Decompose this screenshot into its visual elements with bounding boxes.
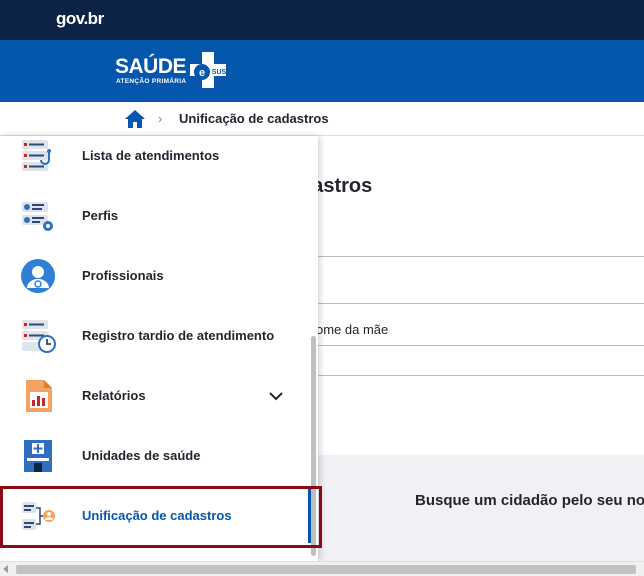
gov-logo[interactable]: gov.br <box>56 9 104 29</box>
selection-highlight <box>0 486 322 548</box>
profiles-icon <box>22 202 53 231</box>
esus-cross-icon: e SUS <box>190 52 227 88</box>
breadcrumb: › Unificação de cadastros <box>0 102 644 136</box>
menu-item-perfis[interactable]: Perfis <box>0 186 310 246</box>
mother-name-input[interactable] <box>300 345 644 346</box>
chevron-right-icon: › <box>158 111 163 126</box>
mother-name-field-label: ome da mãe <box>316 322 389 337</box>
horizontal-scrollbar[interactable] <box>0 561 644 576</box>
gov-bar: gov.br <box>0 0 644 40</box>
input-underline <box>300 256 644 257</box>
menu-item-label: Profissionais <box>82 268 164 283</box>
reports-icon <box>26 380 52 412</box>
svg-text:SUS: SUS <box>212 69 227 76</box>
brand-name: SAÚDE <box>115 55 187 78</box>
menu-item-label: Relatórios <box>82 388 146 403</box>
input-underline <box>300 375 644 376</box>
input-underline <box>300 303 644 304</box>
results-panel: Busque um cidadão pelo seu no <box>300 455 644 561</box>
health-unit-icon <box>24 440 52 472</box>
breadcrumb-current: Unificação de cadastros <box>179 111 329 126</box>
menu-item-label: Perfis <box>82 208 119 223</box>
late-record-icon <box>22 320 56 353</box>
svg-text:e: e <box>199 67 205 79</box>
appointment-list-icon <box>22 140 51 171</box>
home-icon[interactable] <box>124 109 146 129</box>
menu-item-label: Lista de atendimentos <box>82 148 220 163</box>
scroll-left-icon[interactable] <box>3 565 8 573</box>
brand-subtitle: ATENÇÃO PRIMÁRIA <box>116 78 187 85</box>
menu-item-label: Unidades de saúde <box>82 448 201 463</box>
menu-item-profissionais[interactable]: Profissionais <box>0 246 310 306</box>
empty-results-message: Busque um cidadão pelo seu no <box>415 492 644 509</box>
chevron-down-icon[interactable] <box>268 388 284 404</box>
scrollbar-thumb[interactable] <box>16 565 636 574</box>
menu-item-lista-atendimentos[interactable]: Lista de atendimentos <box>0 136 310 186</box>
menu-item-relatorios[interactable]: Relatórios <box>0 366 310 426</box>
menu-item-unidades-saude[interactable]: Unidades de saúde <box>0 426 310 486</box>
brand-header: SAÚDE ATENÇÃO PRIMÁRIA e SUS <box>0 40 644 102</box>
menu-item-registro-tardio[interactable]: Registro tardio de atendimento <box>0 306 310 366</box>
professional-icon <box>21 259 55 293</box>
menu-item-label: Registro tardio de atendimento <box>82 328 275 343</box>
